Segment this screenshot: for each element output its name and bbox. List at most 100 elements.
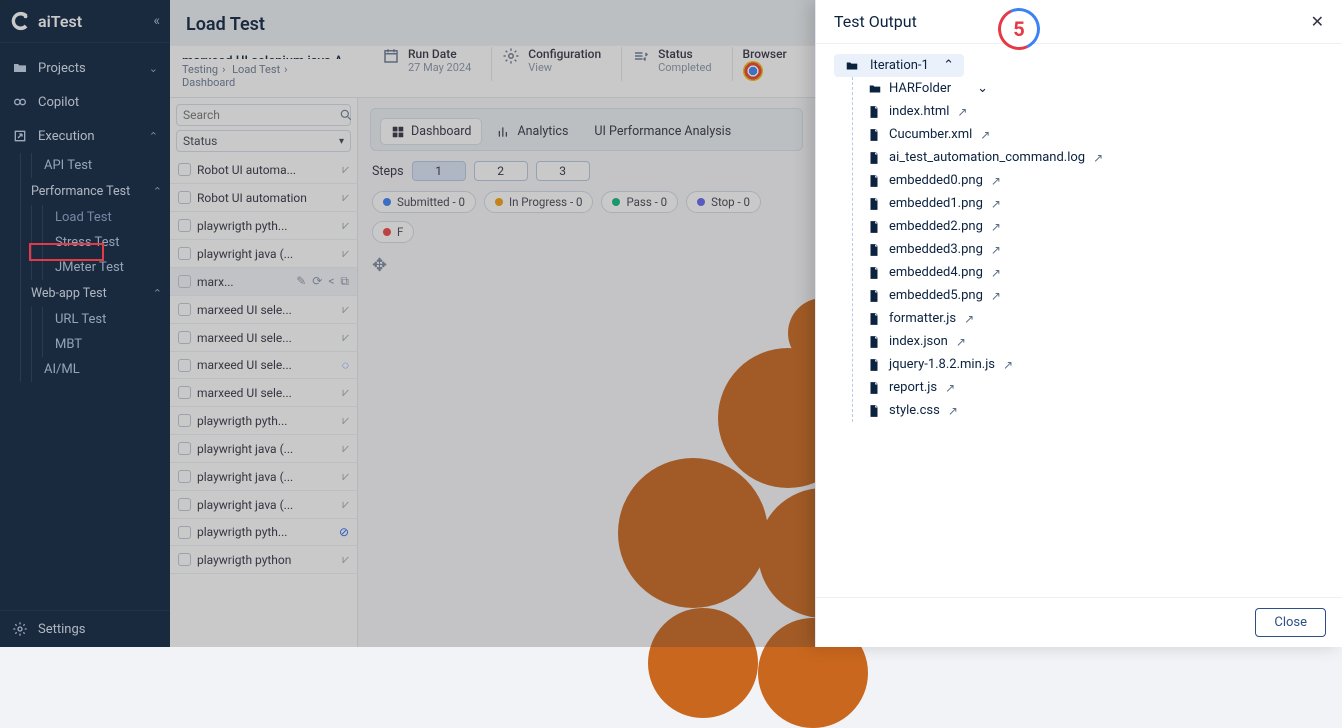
sidebar-collapse-icon[interactable]: « bbox=[153, 13, 160, 29]
breadcrumb-seg-1[interactable]: Load Test bbox=[232, 63, 280, 76]
step-3[interactable]: 3 bbox=[536, 161, 590, 181]
open-link-icon[interactable]: ↗ bbox=[991, 197, 1001, 211]
list-item[interactable]: playwright java (...⩗ bbox=[170, 463, 357, 491]
close-button[interactable]: Close bbox=[1255, 608, 1326, 637]
checkbox[interactable] bbox=[178, 526, 191, 539]
nav-load-test[interactable]: Load Test bbox=[42, 205, 170, 230]
folder-iteration[interactable]: Iteration-1 ⌃ bbox=[834, 54, 964, 77]
file-item[interactable]: style.css↗ bbox=[867, 399, 1324, 422]
checkbox[interactable] bbox=[178, 163, 191, 176]
file-item[interactable]: report.js↗ bbox=[867, 376, 1324, 399]
checkbox[interactable] bbox=[178, 470, 191, 483]
open-link-icon[interactable]: ↗ bbox=[956, 335, 966, 349]
open-link-icon[interactable]: ↗ bbox=[957, 105, 967, 119]
list-item[interactable]: playwright java (...⩗ bbox=[170, 435, 357, 463]
folder-harfolder[interactable]: HARFolder ⌄ bbox=[867, 77, 1324, 100]
checkbox[interactable] bbox=[178, 247, 191, 260]
open-link-icon[interactable]: ↗ bbox=[1003, 358, 1013, 372]
edit-icon[interactable]: ✎ bbox=[296, 274, 306, 289]
nav-execution[interactable]: Execution ⌃ bbox=[0, 119, 170, 153]
list-item[interactable]: marxeed UI sele...⩗ bbox=[170, 324, 357, 352]
step-2[interactable]: 2 bbox=[474, 161, 528, 181]
file-item[interactable]: Cucumber.xml↗ bbox=[867, 123, 1324, 146]
open-link-icon[interactable]: ↗ bbox=[991, 266, 1001, 280]
open-link-icon[interactable]: ↗ bbox=[948, 404, 958, 418]
checkbox[interactable] bbox=[178, 498, 191, 511]
checkbox[interactable] bbox=[178, 275, 191, 288]
nav-performance-test[interactable]: Performance Test ⌃ bbox=[21, 178, 170, 205]
checkbox[interactable] bbox=[178, 414, 191, 427]
test-list[interactable]: Robot UI automa...⩗Robot UI automation⩗p… bbox=[170, 156, 357, 647]
checkbox[interactable] bbox=[178, 442, 191, 455]
file-item[interactable]: embedded4.png↗ bbox=[867, 261, 1324, 284]
search-icon[interactable] bbox=[339, 108, 353, 122]
search-input[interactable] bbox=[183, 108, 339, 122]
search-input-wrap[interactable] bbox=[176, 104, 351, 126]
open-link-icon[interactable]: ↗ bbox=[980, 128, 990, 142]
tab-dashboard[interactable]: Dashboard bbox=[381, 119, 481, 144]
open-link-icon[interactable]: ↗ bbox=[945, 381, 955, 395]
tab-analytics[interactable]: Analytics bbox=[487, 119, 578, 144]
open-link-icon[interactable]: ↗ bbox=[991, 289, 1001, 303]
open-link-icon[interactable]: ↗ bbox=[991, 220, 1001, 234]
refresh-icon[interactable]: ⟳ bbox=[312, 274, 322, 289]
nav-settings[interactable]: Settings bbox=[0, 610, 170, 647]
tab-performance[interactable]: UI Performance Analysis bbox=[584, 119, 741, 144]
file-item[interactable]: formatter.js↗ bbox=[867, 307, 1324, 330]
file-item[interactable]: embedded5.png↗ bbox=[867, 284, 1324, 307]
file-item[interactable]: embedded2.png↗ bbox=[867, 215, 1324, 238]
checkbox[interactable] bbox=[178, 219, 191, 232]
nav-mbt[interactable]: MBT bbox=[42, 332, 170, 357]
chip-pass[interactable]: Pass - 0 bbox=[601, 191, 678, 213]
checkbox[interactable] bbox=[178, 191, 191, 204]
checkbox[interactable] bbox=[178, 331, 191, 344]
info-config[interactable]: ConfigurationView bbox=[491, 47, 611, 81]
file-item[interactable]: index.html↗ bbox=[867, 100, 1324, 123]
open-link-icon[interactable]: ↗ bbox=[1093, 151, 1103, 165]
list-item[interactable]: marxeed UI sele...⩗ bbox=[170, 296, 357, 324]
nav-aiml[interactable]: AI/ML bbox=[31, 357, 170, 382]
share-icon[interactable]: < bbox=[328, 274, 334, 289]
list-item[interactable]: playwrigth pyth...⩗ bbox=[170, 212, 357, 240]
chip-inprogress[interactable]: In Progress - 0 bbox=[484, 191, 594, 213]
open-link-icon[interactable]: ↗ bbox=[964, 312, 974, 326]
breadcrumb-seg-2[interactable]: Dashboard bbox=[182, 76, 235, 89]
list-item[interactable]: playwright java (...⩗ bbox=[170, 240, 357, 268]
close-icon[interactable]: ✕ bbox=[1311, 12, 1324, 31]
open-link-icon[interactable]: ↗ bbox=[991, 243, 1001, 257]
nav-stress-test[interactable]: Stress Test bbox=[42, 230, 170, 255]
nav-url-test[interactable]: URL Test bbox=[42, 307, 170, 332]
chip-fail[interactable]: F bbox=[372, 221, 414, 243]
nav-webapp-test[interactable]: Web-app Test ⌃ bbox=[21, 280, 170, 307]
list-item[interactable]: marx...✎⟳<⧉ bbox=[170, 268, 357, 296]
nav-copilot[interactable]: Copilot bbox=[0, 85, 170, 119]
list-item[interactable]: marxeed UI sele...⩗ bbox=[170, 379, 357, 407]
file-item[interactable]: embedded3.png↗ bbox=[867, 238, 1324, 261]
file-item[interactable]: jquery-1.8.2.min.js↗ bbox=[867, 353, 1324, 376]
nav-jmeter-test[interactable]: JMeter Test bbox=[42, 255, 170, 280]
checkbox[interactable] bbox=[178, 386, 191, 399]
list-item[interactable]: playwrigth pyth...⊘ bbox=[170, 519, 357, 546]
checkbox[interactable] bbox=[178, 553, 191, 566]
nav-api-test[interactable]: API Test bbox=[31, 153, 170, 178]
chip-stop[interactable]: Stop - 0 bbox=[686, 191, 761, 213]
list-item[interactable]: marxeed UI sele...◌ bbox=[170, 352, 357, 379]
file-item[interactable]: embedded1.png↗ bbox=[867, 192, 1324, 215]
breadcrumb-seg-0[interactable]: Testing bbox=[182, 63, 218, 76]
file-item[interactable]: embedded0.png↗ bbox=[867, 169, 1324, 192]
file-item[interactable]: index.json↗ bbox=[867, 330, 1324, 353]
list-item[interactable]: playwrigth python⩗ bbox=[170, 546, 357, 574]
list-item[interactable]: Robot UI automation⩗ bbox=[170, 184, 357, 212]
checkbox[interactable] bbox=[178, 359, 191, 372]
copy-icon[interactable]: ⧉ bbox=[340, 274, 349, 289]
crosshair-icon[interactable]: ✥ bbox=[372, 255, 815, 276]
nav-projects[interactable]: Projects ⌄ bbox=[0, 51, 170, 85]
list-item[interactable]: Robot UI automa...⩗ bbox=[170, 156, 357, 184]
step-1[interactable]: 1 bbox=[412, 161, 466, 181]
chip-submitted[interactable]: Submitted - 0 bbox=[372, 191, 476, 213]
open-link-icon[interactable]: ↗ bbox=[991, 174, 1001, 188]
list-item[interactable]: playwright java (...⩗ bbox=[170, 491, 357, 519]
status-filter[interactable]: Status ▾ bbox=[176, 130, 351, 152]
checkbox[interactable] bbox=[178, 303, 191, 316]
file-item[interactable]: ai_test_automation_command.log↗ bbox=[867, 146, 1324, 169]
